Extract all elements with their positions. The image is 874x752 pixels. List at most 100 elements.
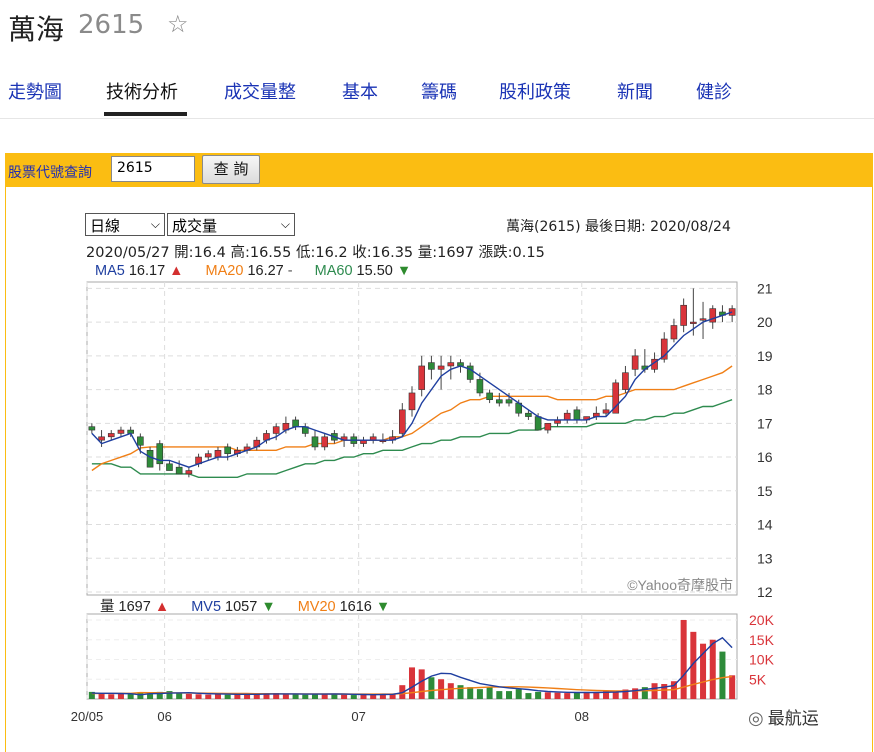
volume-bar (496, 691, 503, 699)
price-plot-frame (86, 281, 738, 596)
candle-body (117, 429, 125, 434)
volume-bar (729, 675, 736, 699)
volume-bar (476, 689, 483, 699)
price-tick-label: 16 (757, 449, 773, 465)
volume-bar (515, 689, 522, 699)
candle-body (98, 436, 105, 441)
price-tick-label: 15 (757, 483, 773, 499)
volume-legend-item-1: MV5 1057 ▼ (191, 599, 276, 615)
candle-body (544, 423, 552, 431)
volume-bar (176, 693, 183, 699)
ma-legend-item-0: MA5 16.17 ▲ (95, 263, 184, 279)
ma-legend-item-1: MA20 16.27 - (206, 263, 293, 279)
price-tick-label: 18 (757, 382, 773, 398)
x-tick-label: 08 (575, 709, 589, 724)
candle-body (224, 446, 231, 454)
volume-legend-item-2: MV20 1616 ▼ (298, 599, 391, 615)
candle-body (204, 453, 212, 458)
candle-body (525, 412, 532, 417)
volume-bar (719, 651, 726, 699)
volume-bar (408, 667, 416, 699)
volume-bar (224, 694, 231, 699)
candle-body (699, 318, 707, 321)
volume-tick-label: 10K (749, 652, 775, 668)
volume-legend-item-0: 量 1697 ▲ (100, 599, 169, 615)
candle-body (680, 304, 687, 326)
candle-body (137, 436, 144, 446)
x-tick-label: 06 (157, 709, 171, 724)
candle-body (505, 399, 513, 404)
price-tick-label: 13 (757, 550, 773, 566)
volume-bar (457, 685, 464, 699)
price-tick-label: 17 (757, 415, 773, 431)
volume-bar (108, 694, 115, 699)
volume-bar (341, 694, 348, 699)
stock-chart: 20/05 06 07 08 21 20 19 18 17 16 15 14 13 12 20K 15K 10K… (71, 263, 775, 724)
candle-body (107, 433, 115, 438)
candle-body (670, 325, 678, 340)
candle-body (88, 426, 96, 431)
candle-body (311, 436, 319, 448)
candle-body (476, 379, 484, 394)
volume-bar (205, 694, 212, 699)
candle-body (292, 419, 299, 427)
volume-bar (331, 694, 338, 699)
candle-body (690, 321, 697, 324)
volume-bar (302, 694, 309, 699)
volume-bar (573, 692, 580, 699)
chart-watermark: ©Yahoo奇摩股市 (627, 577, 733, 593)
candle-body (447, 362, 455, 367)
candle-body (563, 412, 571, 421)
wechat-icon: ◎ (748, 708, 764, 729)
volume-bar (360, 694, 367, 699)
candle-body (398, 409, 406, 434)
volume-bar (282, 693, 289, 699)
volume-bar (525, 693, 532, 699)
volume-bar (709, 639, 716, 699)
volume-bar (467, 687, 474, 699)
volume-bar (612, 691, 619, 699)
volume-bar (185, 693, 192, 699)
volume-bar (486, 687, 493, 699)
volume-bar (554, 692, 561, 699)
candle-body (175, 466, 183, 475)
volume-bar (292, 694, 299, 699)
candle-body (321, 436, 328, 448)
volume-tick-label: 15K (749, 632, 775, 648)
volume-bar (564, 693, 571, 699)
volume-bar (593, 692, 600, 699)
candle-body (214, 450, 222, 458)
candle-body (534, 416, 542, 431)
candle-body (573, 409, 581, 421)
volume-bar (418, 669, 425, 699)
price-tick-label: 20 (757, 314, 773, 330)
corner-watermark-text: 最航运 (767, 709, 819, 729)
volume-bar (428, 677, 435, 699)
volume-bar (535, 691, 542, 699)
price-tick-label: 12 (757, 584, 773, 600)
x-tick-label: 07 (351, 709, 365, 724)
volume-bar (350, 695, 357, 699)
volume-bar (195, 694, 202, 699)
price-tick-label: 14 (757, 517, 773, 533)
ma-legend-item-2: MA60 15.50 ▼ (315, 263, 412, 279)
candle-body (418, 365, 426, 390)
volume-bar (447, 683, 454, 699)
candle-body (166, 463, 173, 471)
volume-bar (544, 692, 551, 699)
volume-tick-label: 5K (749, 671, 767, 687)
candle-body (408, 392, 416, 411)
volume-bar (117, 693, 124, 699)
x-tick-label: 20/05 (71, 709, 104, 724)
candle-body (602, 409, 610, 414)
candle-body (272, 426, 280, 434)
volume-tick-label: 20K (749, 612, 775, 628)
candle-body (631, 355, 639, 370)
candle-body (622, 372, 629, 390)
candle-body (496, 399, 503, 404)
volume-bar (506, 691, 513, 699)
candle-body (428, 362, 435, 370)
price-tick-label: 19 (757, 348, 773, 364)
candle-body (185, 470, 193, 475)
candle-body (146, 450, 154, 468)
